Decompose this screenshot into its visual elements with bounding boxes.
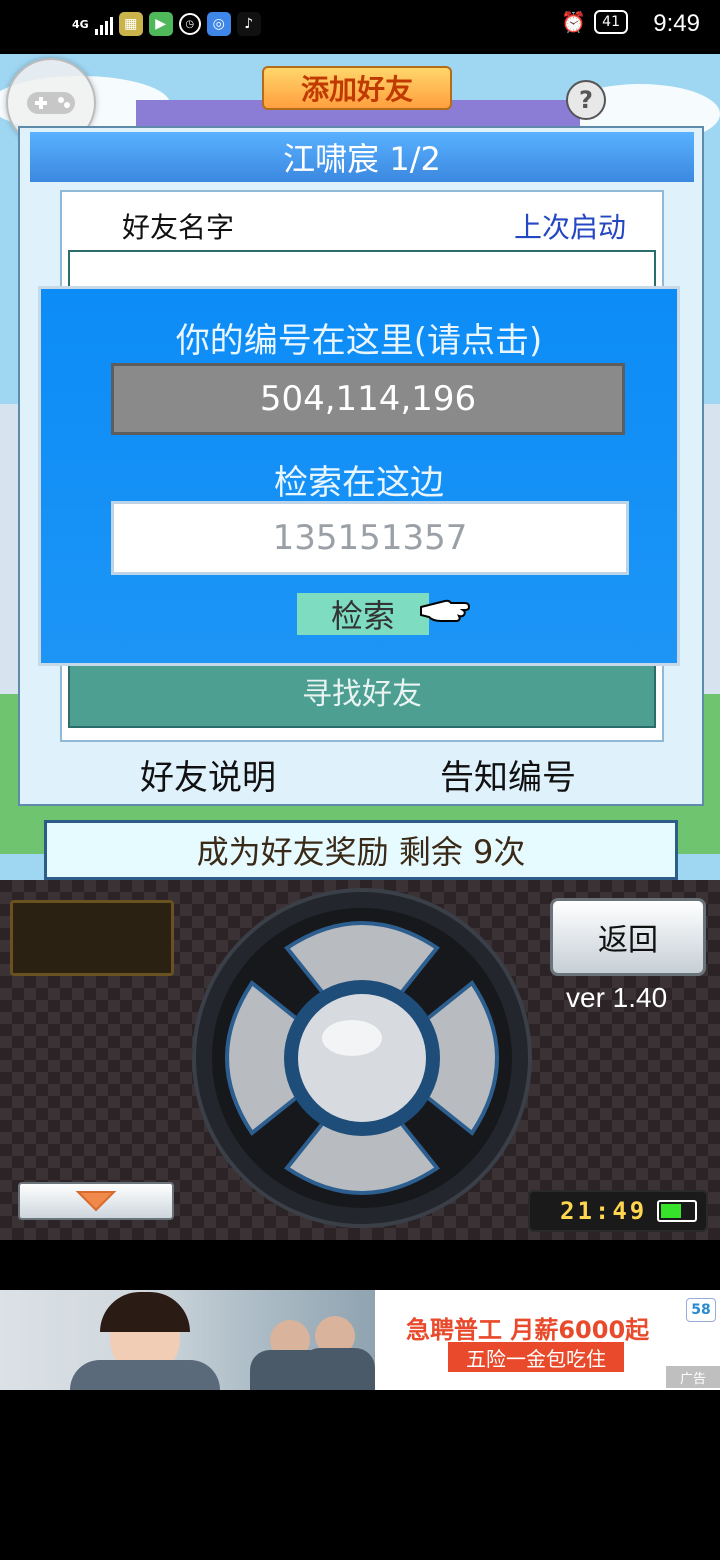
mini-screen [10,900,174,976]
my-id-button[interactable]: 504,114,196 [111,363,625,435]
friend-name-header: 好友名字 [122,211,235,244]
help-icon[interactable]: ? [566,80,606,120]
game-clock: 21:49 [528,1190,708,1232]
status-left-icons: 4G ▦ ▶ ◷ ◎ ♪ [72,12,261,36]
last-login-header[interactable]: 上次启动 [514,206,626,246]
battery-icon [657,1200,698,1222]
my-id-hint: 你的编号在这里(请点击) [175,321,543,361]
friend-guide-button[interactable]: 好友说明 [140,750,276,799]
ad-tag: 广告 [666,1366,720,1388]
status-bar: 4G ▦ ▶ ◷ ◎ ♪ ⏰ 41 9:49 [0,0,720,54]
timer-icon: ◷ [178,13,201,35]
search-id-input[interactable] [111,501,629,575]
ad-subline: 五险一金包吃住 [448,1342,624,1372]
ad-banner[interactable]: 急聘普工 月薪6000起 五险一金包吃住 58 广告 [0,1290,720,1390]
ad-photo [0,1290,375,1390]
clock-text: 21:49 [560,1197,648,1225]
ad-worker-2-body [300,1348,375,1390]
dpad-center-button[interactable] [298,994,426,1122]
friend-reward-bar: 成为好友奖励 剩余 9次 [44,820,678,880]
add-friend-title: 添加好友 [262,66,452,110]
menu-down-button[interactable] [18,1182,174,1220]
search-dialog: 你的编号在这里(请点击) 504,114,196 检索在这边 检索 [38,286,680,666]
panel-title: 江啸宸 1/2 [30,132,694,182]
search-button[interactable]: 检索 [297,593,429,635]
status-time: 9:49 [653,10,700,37]
network-type: 4G [72,17,89,31]
browser-icon: ◎ [206,12,231,36]
battery-indicator: 41 [594,10,628,34]
version-label: ver 1.40 [566,982,668,1013]
ad-person-woman-body [70,1360,220,1390]
hand-pointer-icon [420,599,471,622]
alarm-icon: ⏰ [561,10,587,34]
ad-person-woman-hair [100,1292,190,1332]
signal-icon [94,13,113,35]
back-button[interactable]: 返回 [550,898,706,976]
triangle-down-icon [75,1191,117,1212]
status-right-icons: ⏰ 41 [561,10,628,34]
tiktok-icon: ♪ [236,12,261,36]
ad-headline: 急聘普工 月薪6000起 [406,1316,650,1344]
app-notification-icon: ▦ [118,12,143,36]
notify-id-button[interactable]: 告知编号 [440,750,576,799]
video-app-icon: ▶ [148,12,173,36]
dpad-control[interactable] [192,888,532,1228]
gamepad-icon [27,92,75,114]
search-label: 检索在这边 [274,463,444,503]
ad-logo: 58 [686,1298,716,1322]
